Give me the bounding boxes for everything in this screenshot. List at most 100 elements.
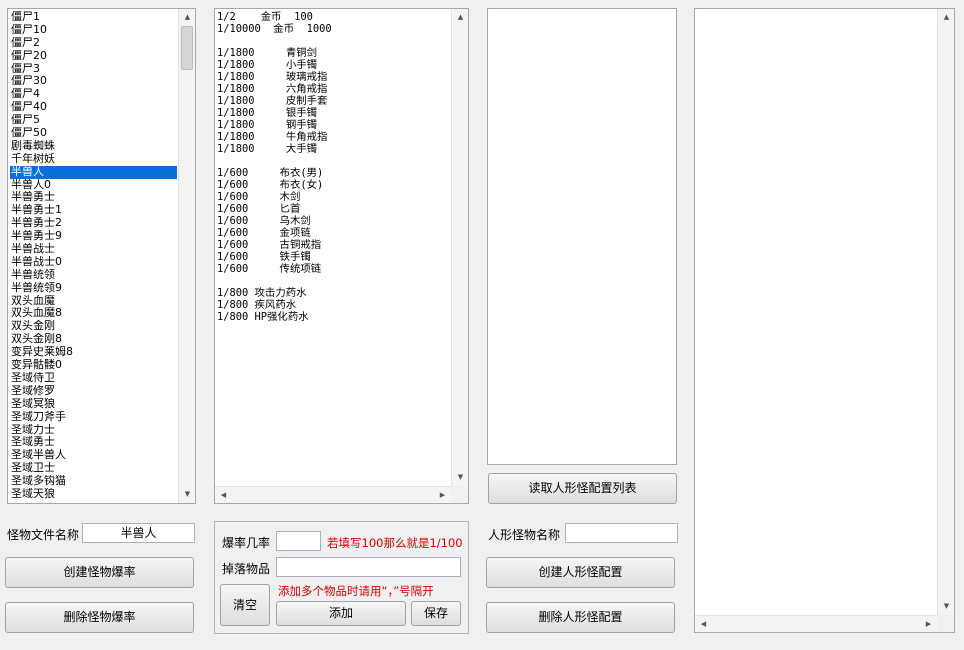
monster-list-item[interactable]: 半兽人0 <box>10 179 177 192</box>
monster-list-item[interactable]: 僵尸10 <box>10 24 177 37</box>
monster-list-item[interactable]: 千年树妖 <box>10 153 177 166</box>
drop-rate-line: 1/600 木剑 <box>217 191 301 203</box>
monster-list-scrollbar[interactable]: ▲ ▼ <box>178 9 195 503</box>
monster-list-item[interactable]: 圣域卫士 <box>10 462 177 475</box>
drop-rate-line: 1/800 HP强化药水 <box>217 311 309 323</box>
monster-list-item[interactable]: 圣域半兽人 <box>10 449 177 462</box>
delete-monster-rate-button[interactable]: 删除怪物爆率 <box>5 602 194 633</box>
monster-list-item[interactable]: 半兽战士0 <box>10 256 177 269</box>
config-text-hscrollbar[interactable]: ◀ ▶ <box>695 615 937 632</box>
drop-rate-line: 1/600 匕首 <box>217 203 301 215</box>
monster-list-item[interactable]: 僵尸5 <box>10 114 177 127</box>
drop-rate-line <box>217 275 332 287</box>
monster-list-item[interactable]: 半兽人 <box>10 165 177 179</box>
monster-listbox[interactable]: 僵尸1 僵尸10 僵尸2 僵尸20 僵尸3 僵尸30 僵尸4 僵尸40 僵尸5 僵尸50 剧毒蜘蛛千… <box>7 8 196 504</box>
drop-text-hscrollbar[interactable]: ◀ ▶ <box>215 486 451 503</box>
monster-list-item[interactable]: 僵尸1 <box>10 11 177 24</box>
rate-input[interactable] <box>276 531 321 551</box>
monster-list-item[interactable]: 圣域刀斧手 <box>10 411 177 424</box>
monster-list-item[interactable]: 僵尸3 <box>10 63 177 76</box>
monster-list-item[interactable]: 变异骷髅0 <box>10 359 177 372</box>
monster-list-item[interactable]: 圣域勇士 <box>10 436 177 449</box>
monster-list-item[interactable]: 半兽统领 <box>10 269 177 282</box>
monster-list-item[interactable]: 双头金刚 <box>10 320 177 333</box>
drop-item-label: 掉落物品 <box>222 562 271 576</box>
drop-rate-line: 1/600 古铜戒指 <box>217 239 322 251</box>
drop-rate-line: 1/1800 玻璃戒指 <box>217 71 328 83</box>
scroll-left-icon[interactable]: ◀ <box>215 487 232 504</box>
drop-rate-line: 1/1800 银手镯 <box>217 107 317 119</box>
drop-rate-line: 1/1800 牛角戒指 <box>217 131 328 143</box>
drop-rate-line: 1/600 布衣(女) <box>217 179 324 191</box>
drop-rate-line: 1/1800 皮制手套 <box>217 95 328 107</box>
create-humanoid-config-button[interactable]: 创建人形怪配置 <box>486 557 675 588</box>
drop-rate-line: 1/600 乌木剑 <box>217 215 311 227</box>
scroll-up-icon[interactable]: ▲ <box>938 9 955 26</box>
humanoid-config-textarea[interactable]: ▲ ▼ ◀ ▶ <box>694 8 955 633</box>
monster-list[interactable]: 僵尸1 僵尸10 僵尸2 僵尸20 僵尸3 僵尸30 僵尸4 僵尸40 僵尸5 僵尸50 剧毒蜘蛛千… <box>10 11 177 501</box>
monster-list-item[interactable]: 圣域侍卫 <box>10 372 177 385</box>
scroll-up-icon[interactable]: ▲ <box>452 9 469 26</box>
scroll-left-icon[interactable]: ◀ <box>695 616 712 633</box>
monster-file-input[interactable]: 半兽人 <box>82 523 195 543</box>
monster-list-item[interactable]: 圣域天狼 <box>10 488 177 501</box>
monster-list-item[interactable]: 半兽勇士 <box>10 191 177 204</box>
monster-list-item[interactable]: 圣域力士 <box>10 424 177 437</box>
monster-list-item[interactable]: 双头金刚8 <box>10 333 177 346</box>
scroll-right-icon[interactable]: ▶ <box>434 487 451 504</box>
drop-rate-line: 1/1800 青铜剑 <box>217 47 317 59</box>
save-button[interactable]: 保存 <box>411 601 461 626</box>
drop-rate-line: 1/2 金币 100 <box>217 11 313 23</box>
scroll-corner <box>451 486 468 503</box>
rate-hint: 若填写100那么就是1/100 <box>327 536 463 550</box>
rate-label: 爆率几率 <box>222 536 271 550</box>
scroll-corner <box>937 615 954 632</box>
drop-item-hint: 添加多个物品时请用“，”号隔开 <box>278 584 434 598</box>
drop-rate-line: 1/1800 六角戒指 <box>217 83 328 95</box>
delete-humanoid-config-button[interactable]: 删除人形怪配置 <box>486 602 675 633</box>
monster-file-label: 怪物文件名称 <box>7 528 80 542</box>
humanoid-name-label: 人形怪物名称 <box>488 528 561 542</box>
config-text-vscrollbar[interactable]: ▲ ▼ <box>937 9 954 615</box>
scroll-down-icon[interactable]: ▼ <box>938 598 955 615</box>
drop-rate-line: 1/800 疾风药水 <box>217 299 297 311</box>
monster-list-item[interactable]: 变异史莱姆8 <box>10 346 177 359</box>
scroll-thumb[interactable] <box>181 26 193 70</box>
humanoid-name-input[interactable] <box>565 523 678 543</box>
scroll-right-icon[interactable]: ▶ <box>920 616 937 633</box>
monster-list-item[interactable]: 半兽战士 <box>10 243 177 256</box>
scroll-down-icon[interactable]: ▼ <box>452 469 469 486</box>
monster-list-item[interactable]: 僵尸50 <box>10 127 177 140</box>
monster-list-item[interactable]: 半兽统领9 <box>10 282 177 295</box>
monster-list-item[interactable]: 圣域多钩猫 <box>10 475 177 488</box>
clear-button[interactable]: 清空 <box>220 584 270 626</box>
monster-list-item[interactable]: 半兽勇士1 <box>10 204 177 217</box>
monster-list-item[interactable]: 剧毒蜘蛛 <box>10 140 177 153</box>
humanoid-listbox[interactable] <box>487 8 677 465</box>
monster-list-item[interactable]: 僵尸30 <box>10 75 177 88</box>
add-button[interactable]: 添加 <box>276 601 406 626</box>
create-monster-rate-button[interactable]: 创建怪物爆率 <box>5 557 194 588</box>
drop-rate-lines: 1/2 金币 100 1/10000 金币 1000 1/1800 青铜剑 1/180… <box>217 11 332 323</box>
monster-list-item[interactable]: 双头血魔8 <box>10 307 177 320</box>
monster-list-item[interactable]: 僵尸4 <box>10 88 177 101</box>
monster-list-item[interactable]: 僵尸2 <box>10 37 177 50</box>
drop-rate-line <box>217 35 332 47</box>
drop-rate-line: 1/800 攻击力药水 <box>217 287 307 299</box>
drop-rate-line: 1/10000 金币 1000 <box>217 23 332 35</box>
monster-list-item[interactable]: 半兽勇士2 <box>10 217 177 230</box>
read-humanoid-config-button[interactable]: 读取人形怪配置列表 <box>488 473 677 504</box>
monster-list-item[interactable]: 僵尸20 <box>10 50 177 63</box>
scroll-up-icon[interactable]: ▲ <box>179 9 196 26</box>
monster-list-item[interactable]: 僵尸40 <box>10 101 177 114</box>
monster-list-item[interactable]: 双头血魔 <box>10 295 177 308</box>
monster-list-item[interactable]: 圣域修罗 <box>10 385 177 398</box>
drop-item-input[interactable] <box>276 557 461 577</box>
scroll-down-icon[interactable]: ▼ <box>179 486 196 503</box>
drop-text-vscrollbar[interactable]: ▲ ▼ <box>451 9 468 486</box>
drop-rate-line: 1/1800 钢手镯 <box>217 119 317 131</box>
drop-rate-line: 1/600 布衣(男) <box>217 167 324 179</box>
monster-list-item[interactable]: 半兽勇士9 <box>10 230 177 243</box>
monster-list-item[interactable]: 圣域冥狼 <box>10 398 177 411</box>
drop-rate-textarea[interactable]: 1/2 金币 100 1/10000 金币 1000 1/1800 青铜剑 1/180… <box>214 8 469 504</box>
